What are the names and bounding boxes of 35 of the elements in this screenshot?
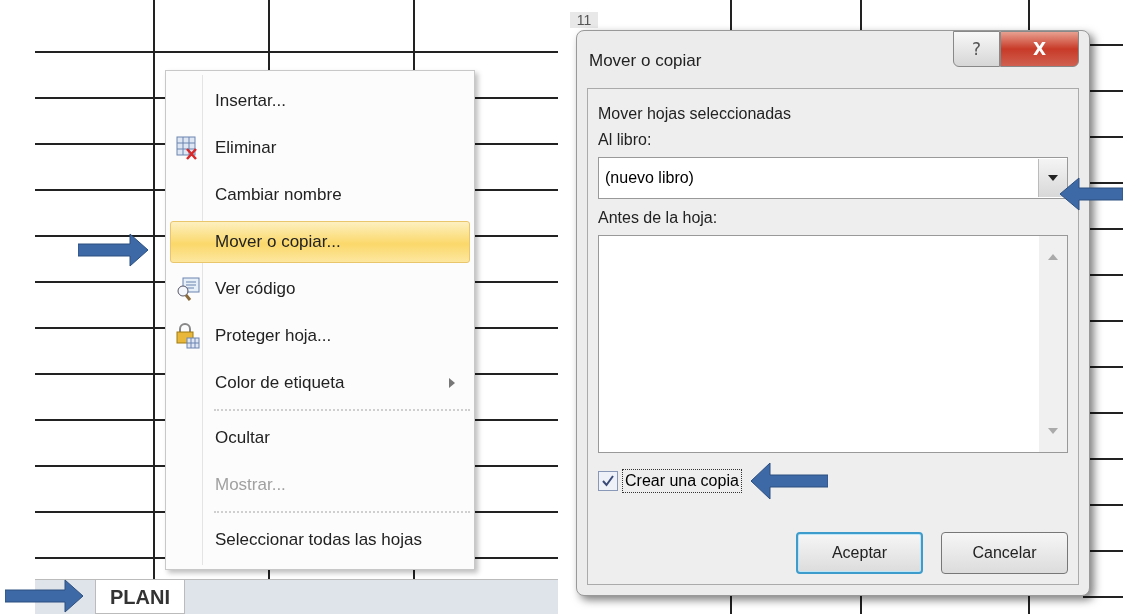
menu-item[interactable]: Seleccionar todas las hojas bbox=[170, 518, 470, 561]
scroll-bar[interactable] bbox=[1039, 236, 1067, 452]
checkbox[interactable] bbox=[598, 471, 618, 491]
field-label: Al libro: bbox=[598, 131, 653, 149]
magnifier-document-icon bbox=[176, 276, 200, 301]
submenu-arrow-icon bbox=[449, 377, 455, 388]
pointer-arrow-icon bbox=[749, 461, 828, 501]
menu-item[interactable]: Insertar... bbox=[170, 79, 470, 122]
dialog-button[interactable]: Cancelar bbox=[941, 532, 1068, 574]
menu-item[interactable]: Color de etiqueta bbox=[170, 361, 470, 404]
menu-item[interactable]: Eliminar bbox=[170, 126, 470, 169]
pointer-arrow-icon bbox=[78, 232, 150, 268]
window-title: Mover o copiar bbox=[589, 51, 702, 71]
field-label: Antes de la hoja: bbox=[598, 209, 719, 227]
dialog-button[interactable]: Aceptar bbox=[796, 532, 923, 574]
help-button[interactable]: ? bbox=[953, 31, 1000, 67]
scroll-up-icon bbox=[1048, 254, 1058, 260]
menu-item[interactable]: Ocultar bbox=[170, 416, 470, 459]
section-label: Mover hojas seleccionadas bbox=[598, 105, 792, 123]
scroll-down-icon bbox=[1048, 428, 1058, 434]
menu-item[interactable]: Mover o copiar... bbox=[170, 220, 470, 263]
menu-item[interactable]: Proteger hoja... bbox=[170, 314, 470, 357]
menu-item[interactable]: Ver código bbox=[170, 267, 470, 310]
sheet-list[interactable] bbox=[598, 235, 1068, 453]
pointer-arrow-icon bbox=[5, 578, 85, 614]
menu-item[interactable]: Cambiar nombre bbox=[170, 173, 470, 216]
workbook-dropdown[interactable]: (nuevo libro) bbox=[598, 157, 1068, 199]
delete-table-icon bbox=[176, 135, 198, 160]
pointer-arrow-icon bbox=[1059, 176, 1123, 212]
close-button[interactable]: X bbox=[1000, 31, 1079, 67]
checkbox-label[interactable]: Crear una copia bbox=[622, 469, 742, 493]
padlock-table-icon bbox=[176, 322, 200, 349]
sheet-tab[interactable]: PLANI bbox=[95, 580, 185, 614]
dropdown-caret-icon bbox=[1048, 175, 1058, 181]
row-header: 11 bbox=[570, 12, 598, 28]
